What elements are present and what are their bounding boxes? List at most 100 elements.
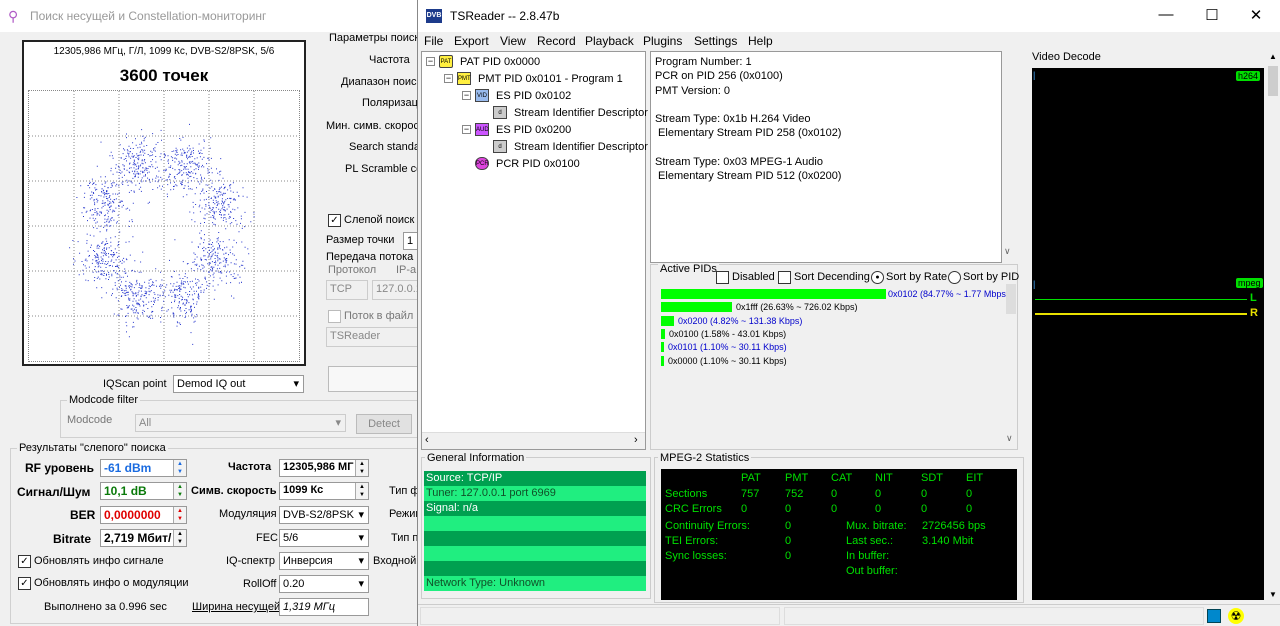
scroll-thumb[interactable]: [1268, 66, 1278, 96]
blind-search-checkbox[interactable]: ✓: [328, 214, 341, 227]
collapse-icon[interactable]: −: [462, 91, 471, 100]
spin-arrows-icon[interactable]: ▲ ▼: [173, 483, 186, 499]
menu-plugins[interactable]: Plugins: [643, 34, 682, 48]
tree-pat[interactable]: PAT PID 0x0000: [460, 54, 540, 70]
detect-button[interactable]: Detect: [356, 414, 412, 434]
collapse-icon[interactable]: −: [426, 57, 435, 66]
mux-bitrate-label: Mux. bitrate:: [846, 520, 907, 532]
menu-record[interactable]: Record: [537, 34, 576, 48]
ip-address-label: IP-а: [396, 264, 417, 276]
constellation-svg: [29, 91, 299, 366]
spin-arrows-icon[interactable]: ▲ ▼: [173, 530, 186, 546]
pid-text: 0x0100 (1.58% - 43.01 Kbps): [669, 328, 787, 339]
iq-spectrum-select[interactable]: Инверсия: [279, 552, 369, 570]
pmt-icon: PMT: [457, 72, 471, 85]
update-modulation-checkbox[interactable]: ✓: [18, 577, 31, 590]
tree-descriptor-audio[interactable]: Stream Identifier Descriptor: [514, 139, 648, 155]
menu-file[interactable]: File: [424, 34, 443, 48]
menu-playback[interactable]: Playback: [585, 34, 634, 48]
tsreader-window: DVB TSReader -- 2.8.47b — ☐ ✕ File Expor…: [417, 0, 1280, 626]
symbol-rate-value: 1099 Кс: [283, 484, 324, 496]
tree-pcr[interactable]: PCR PID 0x0100: [496, 156, 580, 172]
ip-address-input[interactable]: 127.0.0.1: [372, 280, 420, 300]
ber-label: BER: [70, 508, 96, 522]
active-pids-label: Active PIDs: [658, 263, 719, 275]
audio-level-left: [1035, 299, 1247, 300]
symbol-rate-field: 1099 Кс ▲ ▼: [279, 482, 369, 500]
tsreader-select[interactable]: TSReader: [326, 327, 420, 347]
modulation-select[interactable]: DVB-S2/8PSK: [279, 506, 369, 524]
action-button[interactable]: [328, 366, 420, 392]
sections-eit: 0: [966, 488, 973, 500]
pids-scrollbar[interactable]: [1006, 284, 1016, 314]
mpeg2-stats-label: MPEG-2 Statistics: [658, 452, 752, 464]
protocol-select[interactable]: TCP: [326, 280, 368, 300]
video-scrollbar[interactable]: ▲ ▼: [1266, 52, 1280, 600]
general-info-label: General Information: [425, 452, 527, 464]
program-info-panel: Program Number: 1 PCR on PID 256 (0x0100…: [650, 51, 1002, 263]
tree-es-audio[interactable]: ES PID 0x0200: [496, 122, 571, 138]
constellation-plot: [28, 90, 300, 366]
sort-descending-label: Sort Decending: [794, 271, 870, 283]
status-pane: [420, 607, 780, 625]
tree-es-video[interactable]: ES PID 0x0102: [496, 88, 571, 104]
sync-label: Sync losses:: [665, 550, 727, 562]
collapse-icon[interactable]: −: [444, 74, 453, 83]
hdr-sdt: SDT: [921, 472, 943, 484]
info-line: Program Number: 1: [655, 56, 752, 68]
sort-pid-radio[interactable]: [948, 271, 961, 284]
blind-search-label: Слепой поиск: [344, 214, 415, 226]
close-icon[interactable]: ✕: [1246, 6, 1266, 24]
scroll-left-icon[interactable]: ‹: [425, 434, 429, 446]
pid-text: 0x0102 (84.77% ~ 1.77 Mbps): [888, 289, 1009, 299]
tree-hscrollbar[interactable]: ‹ ›: [422, 432, 645, 449]
sort-pid-label: Sort by PID: [963, 271, 1020, 283]
scroll-down-icon[interactable]: ▼: [1269, 590, 1277, 599]
tree-pmt[interactable]: PMT PID 0x0101 - Program 1: [478, 71, 623, 87]
descriptor-icon: d: [493, 106, 507, 119]
fec-select[interactable]: 5/6: [279, 529, 369, 547]
scroll-right-icon[interactable]: ›: [634, 434, 638, 446]
mux-bitrate-value: 2726456 bps: [922, 520, 986, 532]
out-buffer-label: Out buffer:: [846, 565, 898, 577]
stream-to-file-checkbox[interactable]: [328, 310, 341, 323]
search-standard-label: Search standard: [349, 141, 419, 153]
maximize-icon[interactable]: ☐: [1202, 6, 1222, 24]
stream-group-label: Передача потока: [326, 251, 414, 263]
menu-help[interactable]: Help: [748, 34, 773, 48]
spin-arrows-icon[interactable]: ▲ ▼: [355, 460, 368, 476]
modcode-select[interactable]: All: [135, 414, 346, 432]
crc-nit: 0: [875, 503, 882, 515]
update-signal-checkbox[interactable]: ✓: [18, 555, 31, 568]
window-title: Поиск несущей и Constellation-мониторинг: [30, 9, 267, 23]
iqscan-select[interactable]: Demod IQ out: [173, 375, 304, 393]
disabled-checkbox[interactable]: [716, 271, 729, 284]
pid-bar: [661, 302, 732, 313]
menu-view[interactable]: View: [500, 34, 526, 48]
spin-arrows-icon[interactable]: ▲ ▼: [173, 507, 186, 523]
scroll-down-icon[interactable]: ∨: [1006, 433, 1013, 444]
rolloff-select[interactable]: 0.20: [279, 575, 369, 593]
info-line: Stream Type: 0x1b H.264 Video: [655, 113, 811, 126]
menu-export[interactable]: Export: [454, 34, 489, 48]
frequency-label: Частота: [228, 461, 272, 473]
frequency-value: 12305,986 МГ: [283, 461, 354, 473]
info-line: PMT Version: 0: [655, 84, 730, 97]
rf-level-label: RF уровень: [25, 461, 95, 475]
carrier-width-label[interactable]: Ширина несущей: [192, 601, 280, 613]
modcode-filter-label: Modcode filter: [67, 394, 141, 406]
spin-arrows-icon[interactable]: ▲ ▼: [173, 460, 186, 476]
spin-arrows-icon[interactable]: ▲ ▼: [355, 483, 368, 499]
tei-value: 0: [785, 535, 792, 547]
hdr-nit: NIT: [875, 472, 893, 484]
scroll-down-icon[interactable]: ∨: [1004, 246, 1011, 257]
minimize-icon[interactable]: —: [1156, 6, 1176, 23]
sort-descending-checkbox[interactable]: [778, 271, 791, 284]
menu-settings[interactable]: Settings: [694, 34, 737, 48]
scroll-up-icon[interactable]: ▲: [1269, 52, 1277, 61]
cut-label-input: Входной: [373, 555, 417, 567]
tree-descriptor-video[interactable]: Stream Identifier Descriptor: [514, 105, 648, 121]
sort-rate-radio[interactable]: ●: [871, 271, 884, 284]
last-sec-value: 3.140 Mbit: [922, 535, 974, 547]
collapse-icon[interactable]: −: [462, 125, 471, 134]
